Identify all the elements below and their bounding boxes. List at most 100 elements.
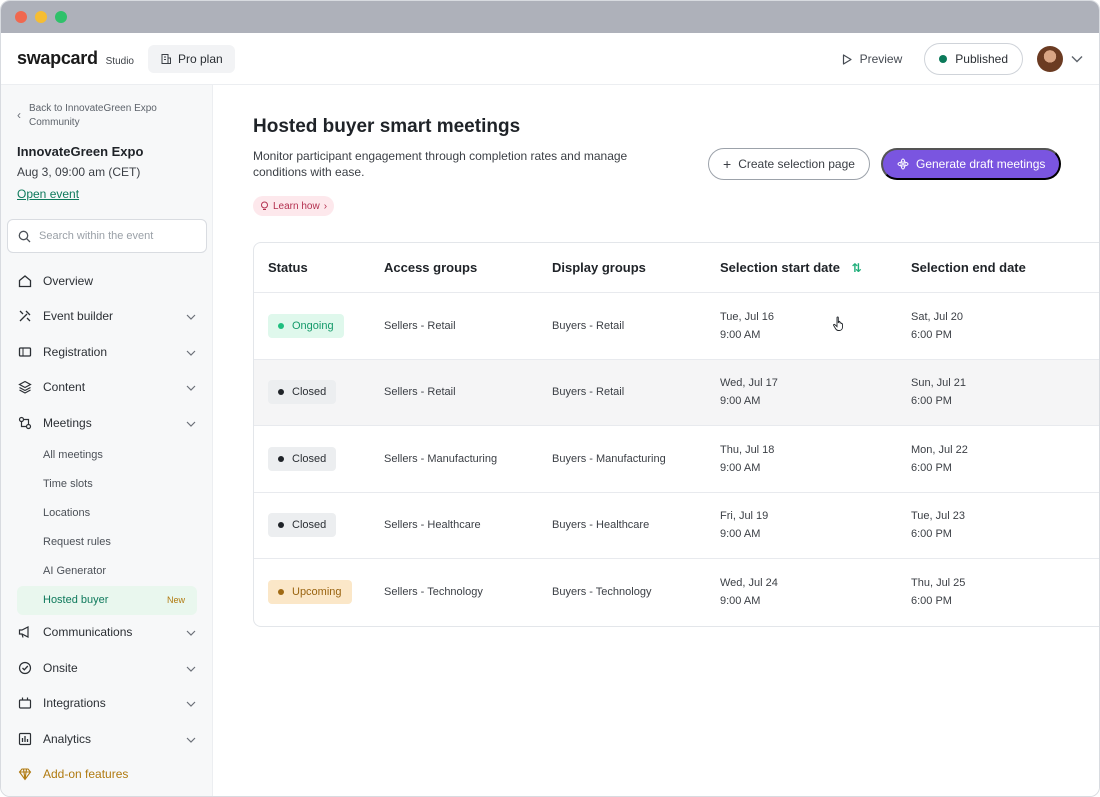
- sort-icon[interactable]: ⇅: [852, 261, 862, 275]
- main-content: Hosted buyer smart meetings Monitor part…: [213, 85, 1099, 796]
- start-time: 9:00 AM: [720, 528, 761, 541]
- logo[interactable]: swapcard Studio: [17, 48, 134, 69]
- create-selection-page-label: Create selection page: [738, 157, 855, 171]
- sidebar-item-label: Integrations: [43, 696, 106, 711]
- sidebar-subitem-hosted-buyer[interactable]: Hosted buyer New: [17, 585, 197, 615]
- start-date-cell: Thu, Jul 18 9:00 AM: [720, 441, 911, 477]
- sidebar-item-analytics[interactable]: Analytics: [17, 721, 196, 757]
- sidebar-subitem-locations[interactable]: Locations: [17, 499, 196, 528]
- status-badge: Ongoing: [268, 313, 344, 338]
- table-row[interactable]: Closed Sellers - Retail Buyers - Retail …: [254, 359, 1099, 426]
- column-header-status: Status: [268, 260, 308, 275]
- back-link[interactable]: ‹ Back to InnovateGreen Expo Community: [17, 102, 196, 130]
- start-date-cell: Tue, Jul 16 9:00 AM: [720, 308, 911, 344]
- open-event-link[interactable]: Open event: [17, 187, 79, 201]
- start-time: 9:00 AM: [720, 461, 761, 474]
- sidebar-item-label: Overview: [43, 273, 94, 288]
- sidebar-item-registration[interactable]: Registration: [17, 334, 196, 370]
- status-badge: Closed: [268, 446, 337, 471]
- end-day: Mon, Jul 22: [911, 443, 968, 456]
- display-groups-cell: Buyers - Retail: [552, 319, 625, 332]
- sidebar-subitem-ai-generator[interactable]: AI Generator: [17, 557, 196, 586]
- page-description: Monitor participant engagement through c…: [253, 149, 628, 179]
- hosted-buyer-table: Status Access groups Display groups Sele…: [253, 242, 1099, 627]
- sidebar-item-add-on-features[interactable]: Add-on features: [17, 757, 196, 793]
- sidebar-item-label: Content: [43, 380, 86, 395]
- plus-icon: +: [723, 156, 732, 172]
- status-cell: Upcoming: [254, 580, 384, 605]
- start-date-cell: Fri, Jul 19 9:00 AM: [720, 507, 911, 543]
- access-groups-cell: Sellers - Retail: [384, 386, 456, 399]
- start-day: Wed, Jul 17: [720, 377, 778, 390]
- table-header-row: Status Access groups Display groups Sele…: [254, 243, 1099, 293]
- maximize-window-button[interactable]: [55, 11, 67, 23]
- sidebar-subitem-time-slots[interactable]: Time slots: [17, 470, 196, 499]
- megaphone-icon: [17, 625, 32, 640]
- display-groups-cell: Buyers - Manufacturing: [552, 452, 666, 465]
- end-date-cell: Sun, Jul 21 6:00 PM: [911, 374, 1099, 410]
- table-row[interactable]: Upcoming Sellers - Technology Buyers - T…: [254, 559, 1099, 626]
- published-label: Published: [955, 52, 1008, 66]
- hand-cursor-icon: [833, 316, 843, 331]
- table-row[interactable]: Closed Sellers - Healthcare Buyers - Hea…: [254, 493, 1099, 559]
- event-date: Aug 3, 09:00 am (CET): [17, 165, 141, 179]
- learn-how-link[interactable]: Learn how ›: [253, 196, 335, 216]
- sidebar-item-meetings[interactable]: Meetings: [17, 405, 196, 441]
- end-time: 6:00 PM: [911, 528, 952, 541]
- ticket-icon: [17, 344, 32, 359]
- sidebar-item-label: Registration: [43, 344, 108, 359]
- sidebar-item-overview[interactable]: Overview: [17, 263, 196, 299]
- status-cell: Ongoing: [254, 313, 384, 338]
- close-window-button[interactable]: [15, 11, 27, 23]
- chevron-down-icon: [186, 345, 196, 359]
- event-name: InnovateGreen Expo: [17, 144, 144, 159]
- page-title: Hosted buyer smart meetings: [253, 116, 521, 137]
- meetings-icon: [17, 415, 32, 430]
- sidebar-subitem-all-meetings[interactable]: All meetings: [17, 441, 196, 470]
- end-date-cell: Tue, Jul 23 6:00 PM: [911, 507, 1099, 543]
- search-input[interactable]: Search within the event: [7, 219, 207, 253]
- sidebar-item-content[interactable]: Content: [17, 370, 196, 406]
- published-button[interactable]: Published: [924, 43, 1023, 75]
- column-header-selection-end-date: Selection end date: [911, 260, 1026, 275]
- start-day: Fri, Jul 19: [720, 510, 769, 523]
- table-row[interactable]: Ongoing Sellers - Retail Buyers - Retail…: [254, 293, 1099, 360]
- access-groups-cell: Sellers - Technology: [384, 586, 483, 599]
- account-menu[interactable]: [1037, 46, 1083, 72]
- status-label: Closed: [292, 452, 327, 465]
- minimize-window-button[interactable]: [35, 11, 47, 23]
- start-day: Wed, Jul 24: [720, 577, 778, 590]
- sidebar-item-onsite[interactable]: Onsite: [17, 650, 196, 686]
- start-time: 9:00 AM: [720, 395, 761, 408]
- generate-draft-meetings-button[interactable]: Generate draft meetings: [881, 148, 1062, 180]
- start-day: Thu, Jul 18: [720, 443, 775, 456]
- preview-button[interactable]: Preview: [834, 52, 911, 66]
- status-badge: Closed: [268, 380, 337, 405]
- sidebar-item-integrations[interactable]: Integrations: [17, 686, 196, 722]
- chevron-down-icon: [186, 661, 196, 675]
- status-cell: Closed: [254, 513, 384, 538]
- status-label: Closed: [292, 519, 327, 532]
- end-date-cell: Sat, Jul 20 6:00 PM: [911, 308, 1099, 344]
- sidebar-item-label: Analytics: [43, 731, 92, 746]
- sidebar-subitem-request-rules[interactable]: Request rules: [17, 528, 196, 557]
- published-status-dot: [939, 55, 948, 63]
- column-header-selection-start-date[interactable]: Selection start date ⇅: [720, 260, 911, 276]
- status-dot: [278, 389, 284, 396]
- status-dot: [278, 455, 284, 462]
- diamond-icon: [17, 767, 32, 782]
- sidebar-item-communications[interactable]: Communications: [17, 615, 196, 651]
- plan-chip[interactable]: Pro plan: [148, 44, 235, 73]
- column-header-access-groups: Access groups: [384, 260, 478, 275]
- logo-word: swapcard: [17, 48, 98, 68]
- sidebar: ‹ Back to InnovateGreen Expo Community I…: [1, 85, 213, 796]
- create-selection-page-button[interactable]: + Create selection page: [708, 148, 870, 180]
- status-cell: Closed: [254, 446, 384, 471]
- end-time: 6:00 PM: [911, 395, 952, 408]
- sidebar-item-event-builder[interactable]: Event builder: [17, 299, 196, 335]
- tools-icon: [17, 309, 32, 324]
- chart-icon: [17, 731, 32, 746]
- table-row[interactable]: Closed Sellers - Manufacturing Buyers - …: [254, 426, 1099, 493]
- access-groups-cell: Sellers - Healthcare: [384, 519, 481, 532]
- display-groups-cell: Buyers - Technology: [552, 586, 652, 599]
